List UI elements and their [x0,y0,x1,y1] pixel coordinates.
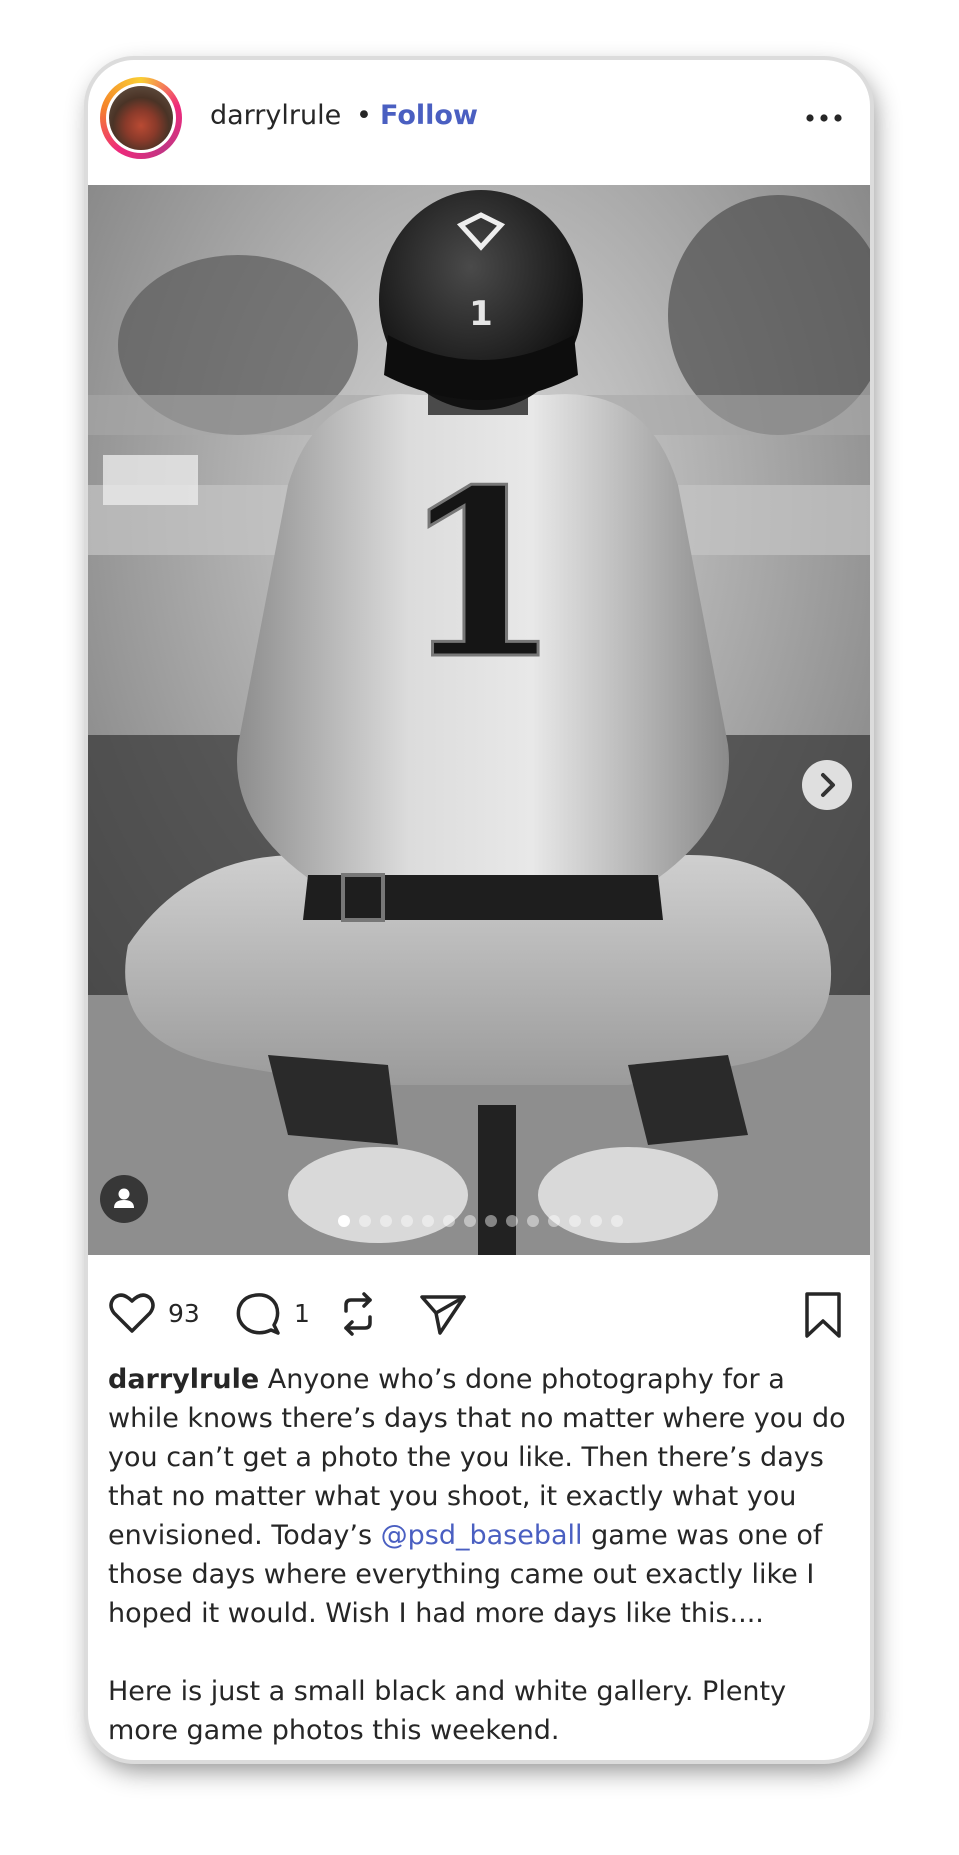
helmet-number: 1 [469,294,493,334]
post-header: darrylrule • Follow [88,60,870,185]
carousel-indicator [338,1215,623,1227]
chevron-right-icon[interactable] [802,760,852,810]
carousel-dot [338,1215,350,1227]
carousel-dot [527,1215,539,1227]
mention-link[interactable]: @psd_baseball [381,1520,583,1551]
photo-illustration: 1 1 [88,185,870,1255]
carousel-dot [380,1215,392,1227]
carousel-dot [506,1215,518,1227]
repost-icon[interactable] [334,1289,382,1343]
comment-icon[interactable] [234,1291,282,1341]
carousel-dot [590,1215,602,1227]
carousel-dot [401,1215,413,1227]
heart-icon[interactable] [108,1291,156,1339]
post-photo[interactable]: 1 1 [88,185,870,1255]
carousel-dot [548,1215,560,1227]
username-link[interactable]: darrylrule [210,100,341,131]
caption-paragraph: Here is just a small black and white gal… [108,1676,787,1746]
avatar[interactable] [100,77,182,159]
separator-dot: • [356,100,372,131]
comment-count[interactable]: 1 [294,1299,310,1328]
carousel-dot [422,1215,434,1227]
user-tag-icon[interactable] [100,1175,148,1223]
carousel-dot [485,1215,497,1227]
post-card: darrylrule • Follow 1 1 93 1 darrylrule … [88,60,870,1760]
bookmark-icon[interactable] [802,1291,844,1343]
caption-username[interactable]: darrylrule [108,1364,259,1395]
follow-button[interactable]: Follow [380,100,478,131]
carousel-dot [611,1215,623,1227]
jersey-number: 1 [401,440,561,710]
carousel-dot [443,1215,455,1227]
like-count[interactable]: 93 [168,1299,200,1328]
carousel-dot [359,1215,371,1227]
more-dots-icon[interactable] [802,108,846,128]
post-caption: darrylrule Anyone who’s done photography… [108,1360,853,1750]
action-bar: 93 1 [88,1255,870,1375]
carousel-dot [464,1215,476,1227]
send-icon[interactable] [418,1289,468,1343]
carousel-dot [569,1215,581,1227]
